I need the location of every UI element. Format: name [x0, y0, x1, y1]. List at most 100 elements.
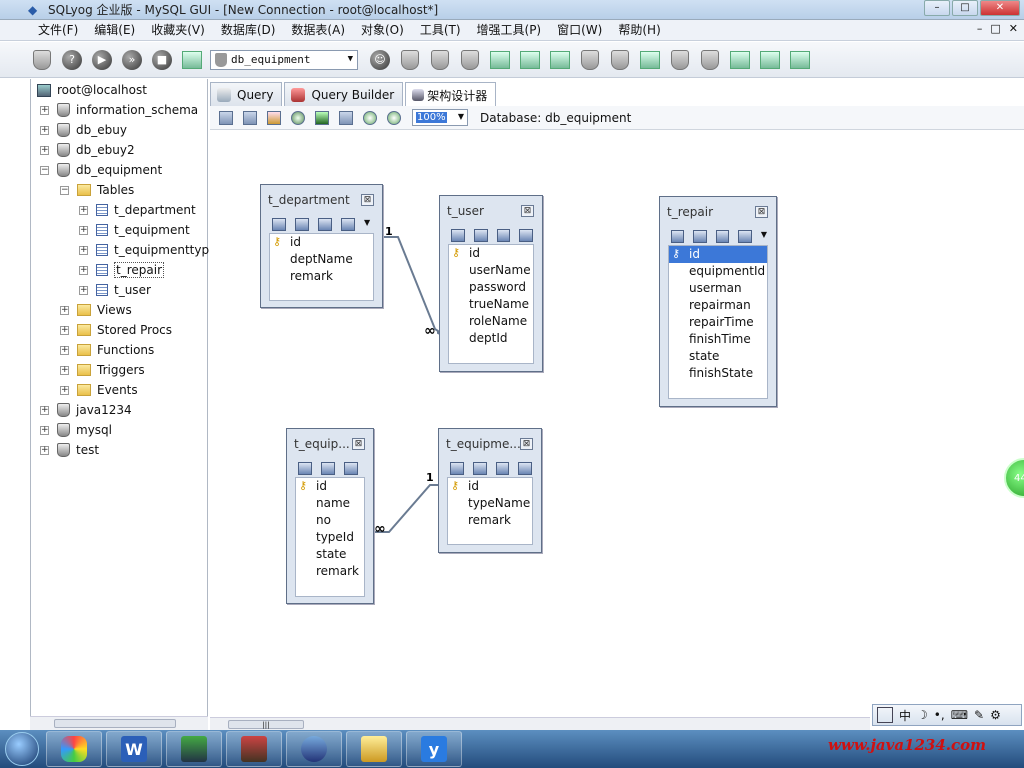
- user-manager-button[interactable]: ☺: [368, 48, 392, 72]
- collapse-icon[interactable]: −: [40, 165, 49, 175]
- column-row[interactable]: ⚷ id: [448, 478, 532, 495]
- tree-db-java1234[interactable]: + java1234: [40, 400, 132, 420]
- zoom-select[interactable]: 100% ▼: [412, 109, 468, 126]
- relationship-icon[interactable]: [738, 229, 752, 243]
- scrollbar-thumb[interactable]: [54, 719, 176, 728]
- column-row[interactable]: userName: [449, 262, 533, 279]
- index-icon[interactable]: [344, 461, 358, 475]
- taskbar-item[interactable]: [226, 731, 282, 767]
- schema-table-t-repair[interactable]: t_repair ⊠ ▼ ⚷ id equipmentId userman repa…: [659, 196, 777, 407]
- tree-table-department[interactable]: + t_department: [79, 200, 196, 220]
- execute-button[interactable]: ▶: [90, 48, 114, 72]
- ime-moon-icon[interactable]: ☽: [917, 708, 928, 722]
- db-copy-button[interactable]: [608, 48, 632, 72]
- close-table-icon[interactable]: ⊠: [521, 205, 534, 217]
- tree-group-functions[interactable]: + Functions: [60, 340, 154, 360]
- schema-table-t-equipmenttype[interactable]: t_equipme... ⊠ ⚷ id typeName remark: [438, 428, 542, 553]
- add-column-icon[interactable]: [298, 461, 312, 475]
- expand-icon[interactable]: +: [60, 325, 69, 335]
- ime-pen-icon[interactable]: ✎: [974, 708, 984, 722]
- mdi-close-button[interactable]: ✕: [1009, 22, 1018, 35]
- schema-table-t-department[interactable]: t_department ⊠ ▼ ⚷ id deptName remark: [260, 184, 383, 308]
- expand-icon[interactable]: +: [79, 225, 88, 235]
- edit-column-icon[interactable]: [472, 461, 487, 475]
- menu-table[interactable]: 数据表(A): [283, 20, 353, 41]
- column-row[interactable]: deptName: [270, 251, 373, 268]
- expand-icon[interactable]: +: [60, 385, 69, 395]
- menu-tools[interactable]: 工具(T): [412, 20, 469, 41]
- taskbar-item[interactable]: [166, 731, 222, 767]
- menu-window[interactable]: 窗口(W): [549, 20, 610, 41]
- tree-db-ebuy2[interactable]: + db_ebuy2: [40, 140, 135, 160]
- table-data-button[interactable]: [518, 48, 542, 72]
- menu-object[interactable]: 对象(O): [353, 20, 412, 41]
- data-migration-button[interactable]: [638, 48, 662, 72]
- expand-icon[interactable]: +: [60, 305, 69, 315]
- tree-db-ebuy[interactable]: + db_ebuy: [40, 120, 127, 140]
- tree-group-tables[interactable]: − Tables: [60, 180, 134, 200]
- column-row[interactable]: userman: [669, 280, 767, 297]
- schema-designer-button[interactable]: [758, 48, 782, 72]
- column-row[interactable]: state: [296, 546, 364, 563]
- zoom-in-icon[interactable]: [363, 110, 377, 125]
- create-db-button[interactable]: [398, 48, 422, 72]
- ime-logo-icon[interactable]: [877, 707, 893, 723]
- menu-file[interactable]: 文件(F): [30, 20, 86, 41]
- chevron-down-icon[interactable]: ▼: [761, 230, 767, 243]
- close-table-icon[interactable]: ⊠: [352, 438, 365, 450]
- menu-help[interactable]: 帮助(H): [610, 20, 668, 41]
- column-row[interactable]: remark: [448, 512, 532, 529]
- expand-icon[interactable]: +: [60, 345, 69, 355]
- relationship-icon[interactable]: [341, 217, 355, 231]
- tree-group-views[interactable]: + Views: [60, 300, 132, 320]
- tree-group-stored-procs[interactable]: + Stored Procs: [60, 320, 172, 340]
- schema-canvas[interactable]: 1 ∞ 1 ∞ t_department ⊠ ▼ ⚷ id deptName rem…: [210, 131, 1024, 717]
- index-icon[interactable]: [318, 217, 332, 231]
- database-selector[interactable]: db_equipment ▼: [210, 49, 358, 70]
- column-row[interactable]: typeName: [448, 495, 532, 512]
- mdi-restore-button[interactable]: □: [990, 22, 1000, 35]
- refresh-layout-icon[interactable]: [291, 110, 305, 125]
- tree-table-equipment[interactable]: + t_equipment: [79, 220, 190, 240]
- ime-punct-icon[interactable]: •,: [934, 708, 945, 722]
- tree-table-repair[interactable]: + t_repair: [79, 260, 164, 280]
- column-row[interactable]: finishTime: [669, 331, 767, 348]
- query-builder-button[interactable]: [788, 48, 812, 72]
- expand-icon[interactable]: +: [40, 445, 49, 455]
- open-file-icon[interactable]: [267, 110, 281, 125]
- tree-table-user[interactable]: + t_user: [79, 280, 151, 300]
- mdi-minimize-button[interactable]: –: [977, 22, 983, 35]
- expand-icon[interactable]: +: [40, 105, 49, 115]
- tree-db-information-schema[interactable]: + information_schema: [40, 100, 198, 120]
- edit-column-icon[interactable]: [295, 217, 309, 231]
- expand-icon[interactable]: +: [79, 245, 88, 255]
- ime-keyboard-icon[interactable]: ⌨: [951, 708, 968, 722]
- expand-icon[interactable]: +: [79, 265, 88, 275]
- column-row[interactable]: password: [449, 279, 533, 296]
- execute-all-button[interactable]: »: [120, 48, 144, 72]
- tree-group-events[interactable]: + Events: [60, 380, 138, 400]
- notifications-button[interactable]: [698, 48, 722, 72]
- close-button[interactable]: ✕: [980, 0, 1020, 16]
- tab-schema-designer[interactable]: 架构设计器: [405, 82, 497, 107]
- close-table-icon[interactable]: ⊠: [361, 194, 374, 206]
- edit-column-icon[interactable]: [473, 228, 488, 242]
- collapse-icon[interactable]: −: [60, 185, 69, 195]
- sql-formatter-button[interactable]: [728, 48, 752, 72]
- zoom-out-icon[interactable]: [387, 110, 401, 125]
- relationship-icon[interactable]: [519, 228, 533, 242]
- scheduler-button[interactable]: [668, 48, 692, 72]
- expand-icon[interactable]: +: [79, 285, 88, 295]
- tab-query-builder[interactable]: Query Builder: [284, 82, 404, 106]
- taskbar-item-sqlyog[interactable]: y: [406, 731, 462, 767]
- menu-edit[interactable]: 编辑(E): [86, 20, 143, 41]
- expand-icon[interactable]: +: [40, 125, 49, 135]
- taskbar-item[interactable]: [286, 731, 342, 767]
- tree-root[interactable]: root@localhost: [37, 80, 147, 100]
- column-row[interactable]: no: [296, 512, 364, 529]
- tree-db-mysql[interactable]: + mysql: [40, 420, 112, 440]
- close-table-icon[interactable]: ⊠: [755, 206, 768, 218]
- column-row[interactable]: ⚷ id: [270, 234, 373, 251]
- column-row[interactable]: ⚷ id: [296, 478, 364, 495]
- print-icon[interactable]: [339, 110, 353, 125]
